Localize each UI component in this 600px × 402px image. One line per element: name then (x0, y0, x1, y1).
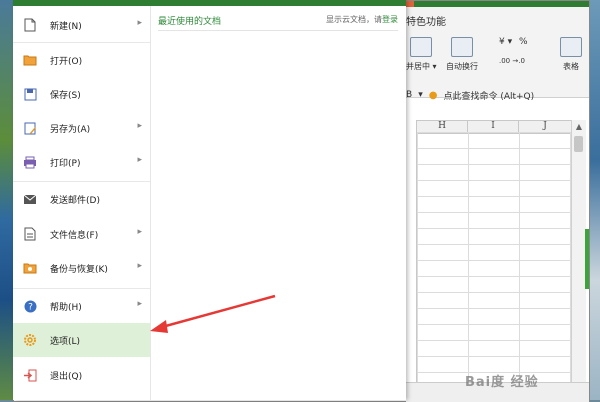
annotation-arrow (150, 294, 276, 333)
watermark: Bai度 经验 (465, 375, 539, 390)
